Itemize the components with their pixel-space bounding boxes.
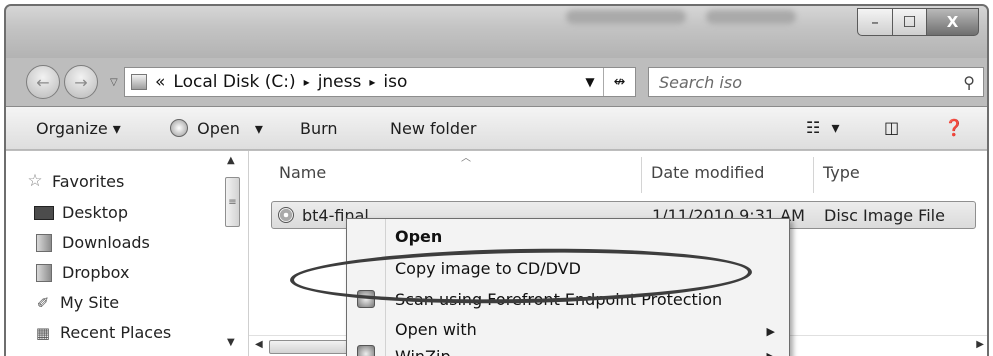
folder-icon [131,74,147,90]
sidebar-item-label: Desktop [62,203,128,222]
title-blur [566,10,686,24]
scroll-thumb[interactable]: ≡ [225,177,240,227]
breadcrumb-jness[interactable]: jness [318,72,362,92]
address-bar-actions: ▼ ↮ [577,68,635,96]
file-type: Disc Image File [824,206,945,225]
recent-pages-dropdown[interactable]: ▽ [110,77,118,88]
back-button[interactable]: ← [26,65,60,99]
scroll-right-icon[interactable]: ▶ [976,339,984,350]
title-bar[interactable]: – ☐ X [6,6,987,58]
column-header-label: Type [823,163,860,182]
forward-icon: → [74,72,88,92]
views-icon: ☷ [806,118,821,137]
column-divider[interactable] [641,157,642,193]
close-button[interactable]: X [927,8,979,36]
column-divider[interactable] [813,157,814,193]
back-icon: ← [36,72,50,92]
disc-image-icon [278,207,294,223]
new-folder-label: New folder [390,119,477,138]
navigation-row: ← → ▽ « Local Disk (C:) ▸ jness ▸ iso ▼ … [6,58,987,104]
desktop-icon [34,205,54,220]
search-input[interactable]: Search iso ⚲ [648,67,984,97]
preview-pane-icon: ◫ [884,118,900,137]
navigation-pane: ☆ Favorites Desktop Downloads Dropbox ✐ … [6,151,248,356]
minimize-button[interactable]: – [857,8,893,36]
address-prefix[interactable]: « [155,72,165,92]
sidebar-item-favorites[interactable]: ☆ Favorites [24,171,124,191]
menu-item-copy-image-to-cd-dvd[interactable]: Copy image to CD/DVD [395,259,581,278]
shield-icon [357,290,375,308]
scroll-down-icon[interactable]: ▼ [227,337,235,348]
close-icon: X [946,13,959,31]
address-dropdown-icon[interactable]: ▼ [577,75,603,89]
address-bar[interactable]: « Local Disk (C:) ▸ jness ▸ iso ▼ ↮ [124,67,636,97]
sort-ascending-icon: ︿ [461,153,471,164]
command-bar: Organize ▾ Open ▾ Burn New folder ☷ ▾ ◫ … [6,106,987,150]
open-label: Open [197,119,240,138]
sidebar-item-downloads[interactable]: Downloads [32,233,150,252]
column-header-label: Name [279,163,327,182]
new-folder-button[interactable]: New folder [390,119,476,138]
dropbox-folder-icon [36,263,52,282]
scroll-left-icon[interactable]: ◀ [255,339,263,350]
organize-button[interactable]: Organize ▾ [36,119,121,138]
breadcrumb-separator[interactable]: ▸ [304,75,310,89]
menu-item-scan-forefront[interactable]: Scan using Forefront Endpoint Protection [395,290,722,309]
navigation-scrollbar[interactable]: ▲ ≡ ▼ [222,151,244,356]
chevron-down-icon: ▾ [831,118,840,137]
refresh-icon[interactable]: ↮ [603,68,635,96]
menu-item-open[interactable]: Open [395,227,442,246]
submenu-arrow-icon: ▶ [767,350,775,356]
minimize-icon: – [871,13,879,31]
maximize-icon: ☐ [902,13,917,31]
breadcrumb-separator[interactable]: ▸ [369,75,375,89]
window-controls: – ☐ X [857,8,979,36]
menu-gutter [385,219,386,356]
preview-pane-button[interactable]: ◫ [884,118,899,137]
search-placeholder: Search iso [659,72,742,92]
sidebar-item-label: Dropbox [62,263,130,282]
chevron-down-icon[interactable]: ▾ [255,119,263,138]
sidebar-item-label: Recent Places [60,323,172,342]
favorites-star-icon: ☆ [27,171,43,191]
scroll-up-icon[interactable]: ▲ [227,155,235,166]
sidebar-item-label: My Site [60,293,120,312]
column-header-name[interactable]: Name [279,163,326,182]
burn-label: Burn [300,119,338,138]
burn-button[interactable]: Burn [300,119,338,138]
help-button[interactable]: ❓ [944,118,964,137]
sidebar-item-dropbox[interactable]: Dropbox [32,263,129,282]
menu-item-winzip[interactable]: WinZip [395,347,451,356]
sidebar-item-recent-places[interactable]: ▦ Recent Places [32,323,171,342]
my-site-icon: ✐ [36,293,50,312]
sidebar-item-label: Favorites [52,171,125,191]
breadcrumb-local-disk[interactable]: Local Disk (C:) [173,72,295,92]
sidebar-item-desktop[interactable]: Desktop [32,203,128,222]
menu-item-open-with[interactable]: Open with [395,320,477,339]
column-header-date-modified[interactable]: Date modified [651,163,764,182]
downloads-folder-icon [36,233,52,252]
winzip-icon [357,345,375,356]
search-icon[interactable]: ⚲ [963,73,975,92]
maximize-button[interactable]: ☐ [893,8,927,36]
submenu-arrow-icon: ▶ [766,325,775,338]
forward-button[interactable]: → [64,65,98,99]
views-button[interactable]: ☷ ▾ [806,118,839,137]
chevron-down-icon: ▾ [112,119,121,138]
recent-places-icon: ▦ [35,323,51,342]
open-button[interactable]: Open ▾ [170,119,263,138]
column-header-type[interactable]: Type [823,163,860,182]
sidebar-item-my-site[interactable]: ✐ My Site [32,293,119,312]
breadcrumb-iso[interactable]: iso [383,72,407,92]
open-program-icon [170,119,188,137]
sidebar-item-label: Downloads [62,233,150,252]
title-blur [706,10,796,24]
scroll-thumb[interactable] [269,340,349,354]
organize-label: Organize [36,119,108,138]
context-menu: Open Copy image to CD/DVD Scan using For… [346,218,790,356]
help-icon: ❓ [944,118,964,137]
column-header-label: Date modified [651,163,765,182]
